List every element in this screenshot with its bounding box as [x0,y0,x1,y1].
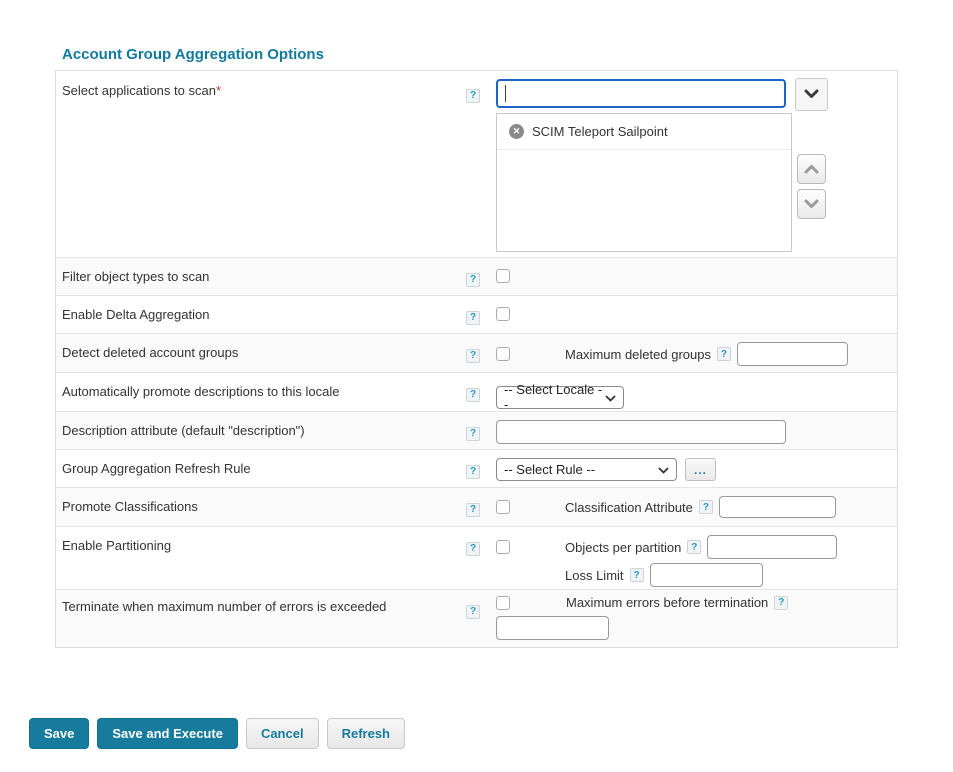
help-icon[interactable]: ? [466,503,480,517]
row-label: Terminate when maximum number of errors … [56,590,460,647]
row-label: Promote Classifications [56,488,460,526]
chevron-down-icon [658,462,669,477]
row-filter-object-types: Filter object types to scan ? [56,258,897,296]
help-icon[interactable]: ? [630,568,644,582]
promote-classifications-checkbox[interactable] [496,500,510,514]
locale-select-value: -- Select Locale -- [504,382,605,412]
row-select-applications: Select applications to scan* ? [56,71,897,258]
list-item[interactable]: ✕ SCIM Teleport Sailpoint [497,114,791,150]
row-label: Filter object types to scan [56,258,460,295]
enable-partitioning-checkbox[interactable] [496,540,510,554]
chevron-down-icon [804,87,819,102]
sub-label: Maximum errors before termination [566,595,768,610]
help-icon[interactable]: ? [699,500,713,514]
row-label: Automatically promote descriptions to th… [56,373,460,411]
row-label: Group Aggregation Refresh Rule [56,450,460,487]
row-promote-descriptions-locale: Automatically promote descriptions to th… [56,373,897,412]
move-down-button[interactable] [797,189,826,219]
help-icon[interactable]: ? [466,349,480,363]
selected-applications-list: ✕ SCIM Teleport Sailpoint [496,113,792,252]
chevron-up-icon [804,162,819,177]
help-icon[interactable]: ? [466,605,480,619]
sub-label: Loss Limit [565,568,624,583]
row-label: Select applications to scan [62,83,216,98]
maximum-errors-input[interactable] [496,616,609,640]
objects-per-partition-input[interactable] [707,535,837,559]
account-group-aggregation-page: Account Group Aggregation Options Select… [0,0,953,772]
chevron-down-icon [605,390,616,405]
action-button-bar: Save Save and Execute Cancel Refresh [29,718,405,749]
selected-application-label: SCIM Teleport Sailpoint [532,124,668,139]
applications-dropdown-button[interactable] [795,78,828,111]
text-caret [505,85,506,102]
row-detect-deleted-groups: Detect deleted account groups ? Maximum … [56,334,897,373]
row-label: Detect deleted account groups [56,334,460,372]
applications-combo-input[interactable] [496,79,786,108]
enable-delta-aggregation-checkbox[interactable] [496,307,510,321]
help-icon[interactable]: ? [466,388,480,402]
help-icon[interactable]: ? [466,89,480,103]
loss-limit-input[interactable] [650,563,763,587]
row-terminate-max-errors: Terminate when maximum number of errors … [56,590,897,647]
help-icon[interactable]: ? [774,596,788,610]
sub-label: Objects per partition [565,540,681,555]
row-promote-classifications: Promote Classifications ? Classification… [56,488,897,527]
cancel-button[interactable]: Cancel [246,718,319,749]
sub-label: Classification Attribute [565,500,693,515]
description-attribute-input[interactable] [496,420,786,444]
refresh-button[interactable]: Refresh [327,718,405,749]
help-icon[interactable]: ? [466,465,480,479]
help-icon[interactable]: ? [717,347,731,361]
refresh-rule-select[interactable]: -- Select Rule -- [496,458,677,481]
help-icon[interactable]: ? [466,311,480,325]
sub-label: Maximum deleted groups [565,347,711,362]
save-and-execute-button[interactable]: Save and Execute [97,718,238,749]
help-icon[interactable]: ? [687,540,701,554]
page-title: Account Group Aggregation Options [62,46,324,63]
row-enable-partitioning: Enable Partitioning ? Objects per partit… [56,527,897,590]
row-enable-delta-aggregation: Enable Delta Aggregation ? [56,296,897,334]
detect-deleted-groups-checkbox[interactable] [496,347,510,361]
row-label: Enable Partitioning [56,527,460,589]
terminate-max-errors-checkbox[interactable] [496,596,510,610]
remove-icon[interactable]: ✕ [509,124,524,139]
help-icon[interactable]: ? [466,427,480,441]
row-label: Enable Delta Aggregation [56,296,460,333]
row-description-attribute: Description attribute (default "descript… [56,412,897,450]
row-label: Description attribute (default "descript… [56,412,460,449]
required-marker: * [216,83,221,98]
locale-select[interactable]: -- Select Locale -- [496,386,624,409]
help-icon[interactable]: ? [466,542,480,556]
refresh-rule-select-value: -- Select Rule -- [504,462,595,477]
row-refresh-rule: Group Aggregation Refresh Rule ? -- Sele… [56,450,897,488]
help-icon[interactable]: ? [466,273,480,287]
save-button[interactable]: Save [29,718,89,749]
rule-browse-button[interactable]: ... [685,458,716,481]
chevron-down-icon [804,197,819,212]
move-up-button[interactable] [797,154,826,184]
maximum-deleted-groups-input[interactable] [737,342,848,366]
classification-attribute-input[interactable] [719,496,836,518]
filter-object-types-checkbox[interactable] [496,269,510,283]
aggregation-options-table: Select applications to scan* ? [55,70,898,648]
